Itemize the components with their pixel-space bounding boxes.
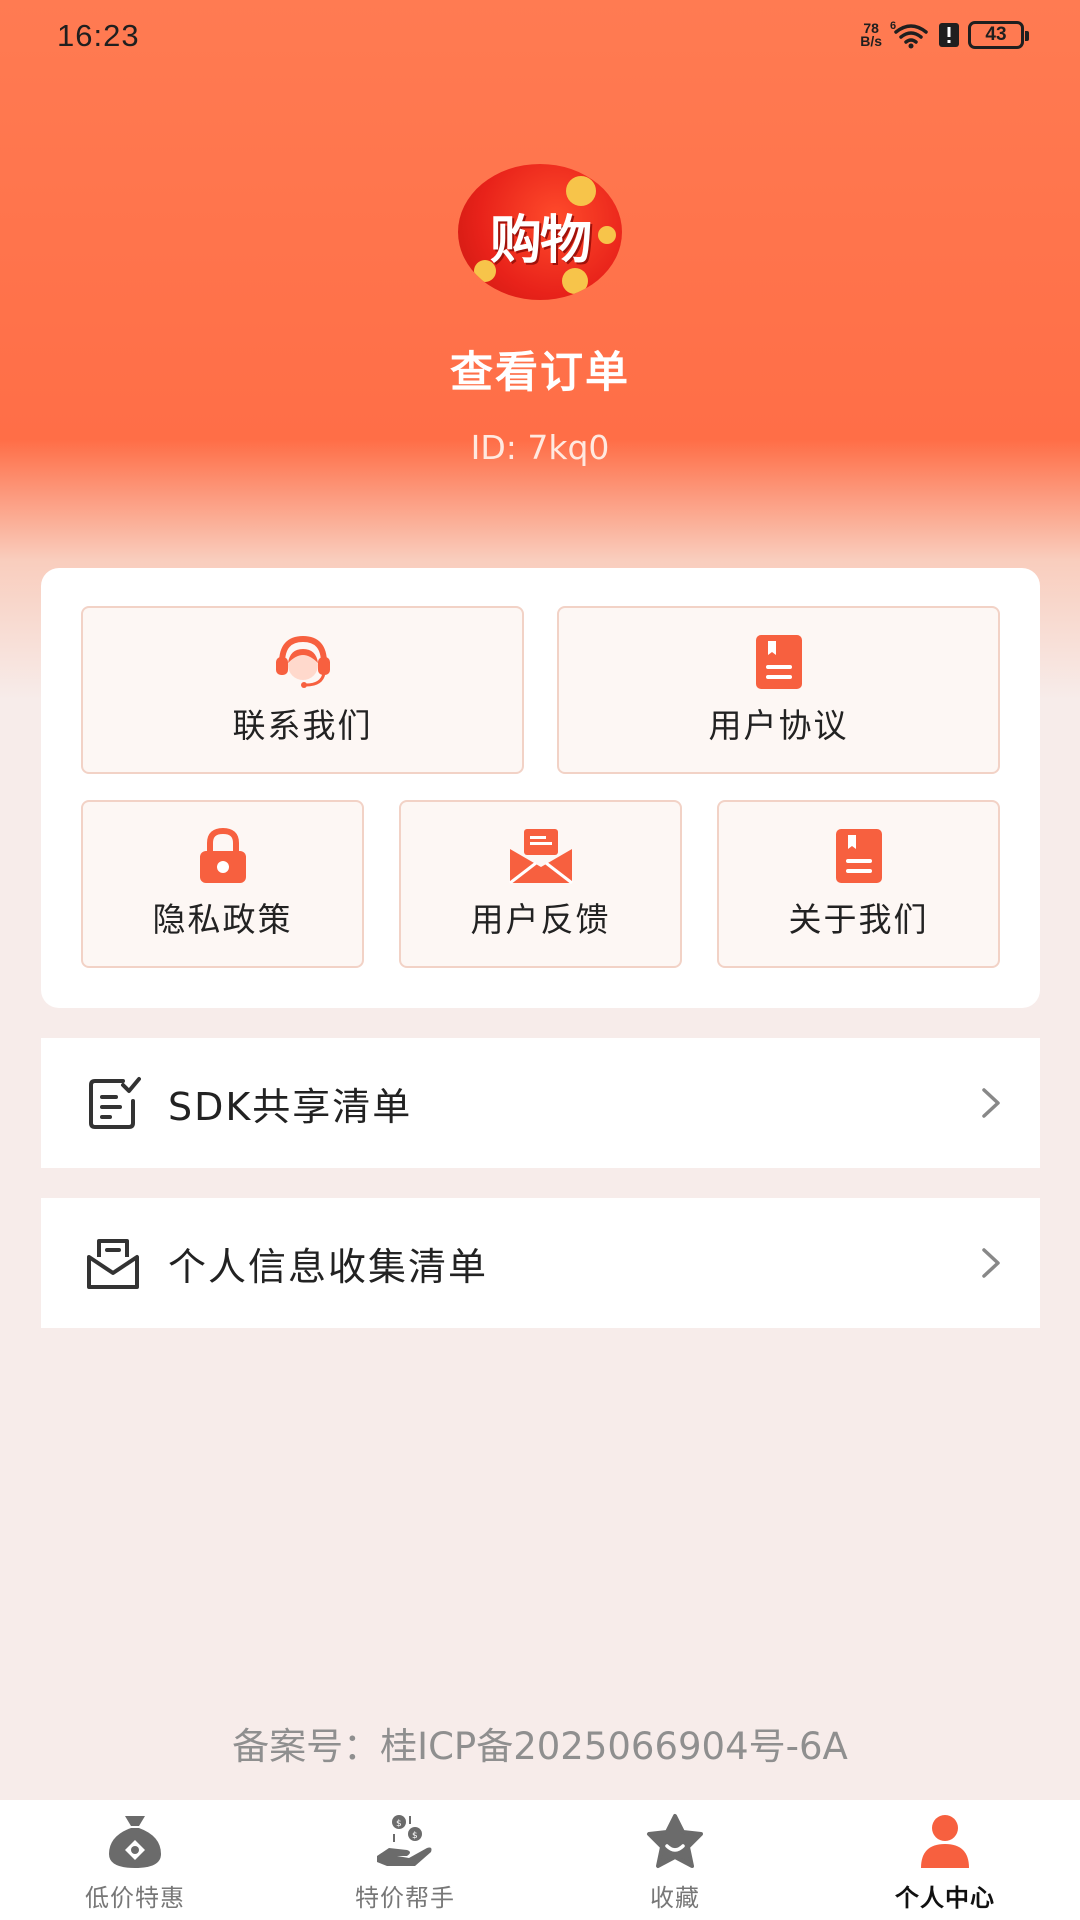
svg-text:$: $	[396, 1819, 402, 1829]
star-icon	[647, 1814, 703, 1868]
chevron-right-icon	[982, 1088, 1000, 1118]
headset-icon	[275, 635, 330, 688]
battery-indicator: 43	[968, 21, 1029, 49]
nav-item-low-price[interactable]: 低价特惠	[0, 1800, 270, 1920]
document-icon	[755, 635, 802, 689]
nav-label-profile: 个人中心	[895, 1884, 995, 1912]
contact-us-label: 联系我们	[232, 706, 373, 745]
nav-item-helper[interactable]: $ $ 特价帮手	[270, 1800, 540, 1920]
svg-text:$: $	[412, 1831, 418, 1841]
nav-label-low-price: 低价特惠	[85, 1884, 185, 1912]
status-icons: 78 B/s 6 43	[860, 20, 1029, 50]
mail-icon	[87, 1239, 139, 1289]
bottom-nav: 低价特惠 $ $ 特价帮手 收藏 个人中心	[0, 1800, 1080, 1920]
nav-label-helper: 特价帮手	[355, 1884, 455, 1912]
personal-info-list-row[interactable]: 个人信息收集清单	[41, 1198, 1040, 1328]
wifi-icon: 6	[890, 20, 928, 49]
alert-icon	[939, 23, 959, 47]
nav-item-favorites[interactable]: 收藏	[540, 1800, 810, 1920]
network-speed: 78 B/s	[860, 20, 882, 49]
lock-icon	[199, 827, 246, 883]
nav-label-favorites: 收藏	[650, 1884, 700, 1912]
user-agreement-button[interactable]: 用户协议	[557, 606, 1000, 774]
sdk-share-list-row[interactable]: SDK共享清单	[41, 1038, 1040, 1168]
user-agreement-label: 用户协议	[708, 706, 849, 745]
sdk-share-list-label: SDK共享清单	[168, 1084, 413, 1129]
services-card: 联系我们 用户协议 隐私政策 用户反馈 关于我们	[41, 568, 1040, 1008]
checklist-icon	[89, 1077, 141, 1129]
svg-text:6: 6	[890, 20, 896, 32]
user-feedback-label: 用户反馈	[470, 900, 611, 939]
user-feedback-button[interactable]: 用户反馈	[399, 800, 682, 968]
document-icon	[835, 829, 882, 883]
about-us-label: 关于我们	[788, 900, 929, 939]
privacy-policy-button[interactable]: 隐私政策	[81, 800, 364, 968]
icp-record[interactable]: 备案号：桂ICP备2025066904号-6A	[0, 1716, 1080, 1770]
person-icon	[921, 1815, 969, 1868]
status-time: 16:23	[57, 18, 140, 53]
contact-us-button[interactable]: 联系我们	[81, 606, 524, 774]
about-us-button[interactable]: 关于我们	[717, 800, 1000, 968]
avatar-text: 购物	[489, 211, 592, 271]
privacy-policy-label: 隐私政策	[152, 900, 293, 939]
money-bag-icon	[109, 1816, 161, 1868]
chevron-right-icon	[982, 1248, 1000, 1278]
nav-item-profile[interactable]: 个人中心	[810, 1800, 1080, 1920]
profile-id: ID: 7kq0	[470, 428, 610, 467]
hand-coins-icon: $ $	[377, 1815, 432, 1866]
avatar[interactable]: 购物	[458, 164, 622, 300]
status-bar: 16:23 78 B/s 6 43	[0, 0, 1080, 72]
personal-info-list-label: 个人信息收集清单	[168, 1244, 489, 1289]
profile-name[interactable]: 查看订单	[0, 338, 1080, 400]
envelope-icon	[508, 829, 573, 885]
